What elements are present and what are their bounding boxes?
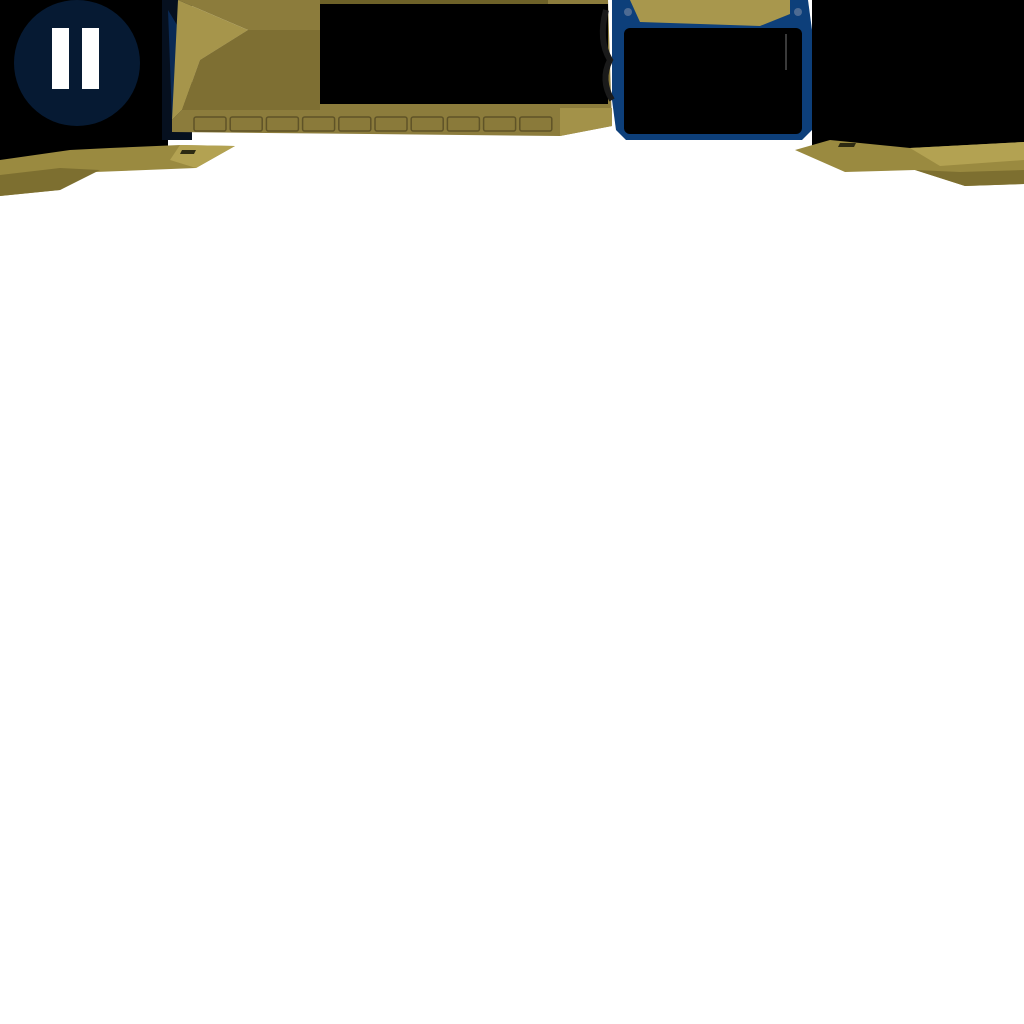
inventory-slot[interactable] xyxy=(410,116,444,132)
inventory-slot[interactable] xyxy=(446,116,481,132)
inventory-slot[interactable] xyxy=(374,116,408,132)
right-hud-shadow xyxy=(812,0,1024,150)
inventory-slot[interactable] xyxy=(229,116,263,132)
right-panel-screen xyxy=(624,28,802,134)
pause-button[interactable] xyxy=(14,0,140,126)
inventory-slot[interactable] xyxy=(265,116,300,132)
inventory-slot[interactable] xyxy=(193,116,227,132)
right-gold-fin-shade xyxy=(915,170,1024,186)
center-display-screen xyxy=(320,4,608,104)
right-fin-vent xyxy=(838,143,856,147)
top-hud-console xyxy=(0,0,1024,196)
right-panel-bolt-left xyxy=(624,8,632,16)
pause-icon xyxy=(52,28,69,89)
inventory-slot[interactable] xyxy=(338,116,372,132)
pause-icon-bar xyxy=(82,28,99,89)
left-fin-vent xyxy=(180,150,196,154)
center-screen-top-lip xyxy=(320,0,548,4)
right-panel-top-gold xyxy=(630,0,790,26)
game-viewport xyxy=(0,0,1024,1024)
center-console-right-corner xyxy=(560,108,612,136)
inventory-slot[interactable] xyxy=(519,116,553,132)
right-panel-bolt-right xyxy=(794,8,802,16)
inventory-slot[interactable] xyxy=(482,116,517,132)
inventory-slot[interactable] xyxy=(301,116,336,132)
